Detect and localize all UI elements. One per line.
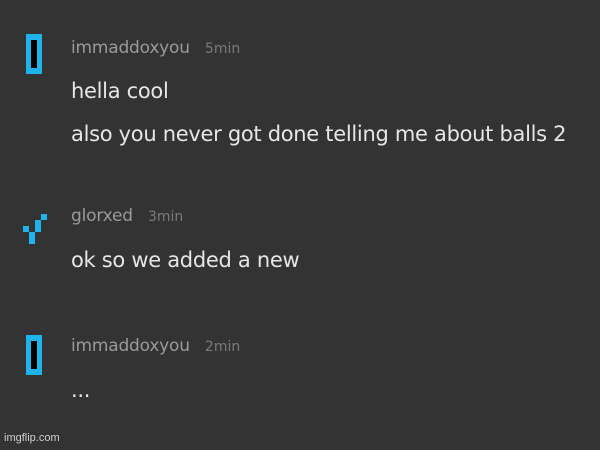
chat-log: immaddoxyou 5min hella cool also you nev… <box>0 0 600 450</box>
message-text: also you never got done telling me about… <box>71 122 567 146</box>
message-text: ... <box>71 378 91 402</box>
blue-bracket-avatar-icon[interactable] <box>22 32 46 76</box>
blue-checkmark-avatar-icon[interactable] <box>22 210 52 254</box>
imgflip-watermark: imgflip.com <box>4 432 60 444</box>
timestamp: 5min <box>204 41 241 57</box>
username[interactable]: immaddoxyou <box>71 336 190 356</box>
username[interactable]: glorxed <box>71 206 133 226</box>
message-text: ok so we added a new <box>71 248 300 272</box>
message-text: hella cool <box>71 79 169 103</box>
timestamp: 2min <box>204 339 241 355</box>
blue-bracket-avatar-icon[interactable] <box>22 333 46 377</box>
timestamp: 3min <box>147 209 184 225</box>
username[interactable]: immaddoxyou <box>71 38 190 58</box>
message-header: immaddoxyou 5min <box>71 38 240 58</box>
message-header: glorxed 3min <box>71 206 183 226</box>
message-header: immaddoxyou 2min <box>71 336 240 356</box>
